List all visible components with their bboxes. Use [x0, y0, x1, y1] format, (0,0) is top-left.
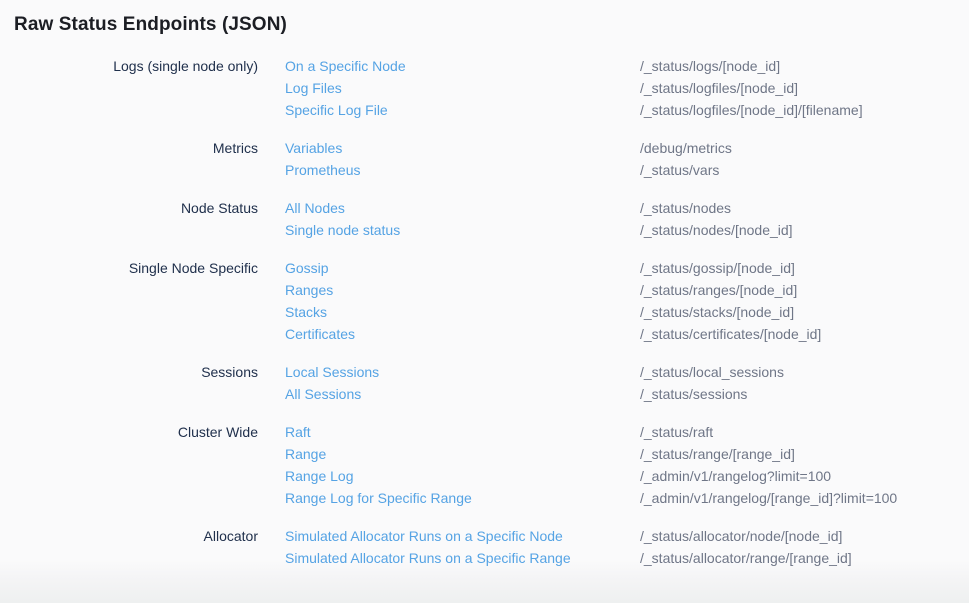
endpoint-row: Range Log for Specific Range/_admin/v1/r… — [285, 487, 897, 509]
endpoint-link[interactable]: Range Log for Specific Range — [285, 487, 640, 509]
endpoint-row: Gossip/_status/gossip/[node_id] — [285, 257, 821, 279]
endpoint-link[interactable]: Local Sessions — [285, 361, 640, 383]
endpoint-link[interactable]: Certificates — [285, 323, 640, 345]
endpoint-link[interactable]: Raft — [285, 421, 640, 443]
endpoint-path: /_status/stacks/[node_id] — [640, 301, 794, 323]
endpoint-link[interactable]: Specific Log File — [285, 99, 640, 121]
category-label: Cluster Wide — [0, 421, 258, 443]
endpoint-path: /_status/range/[range_id] — [640, 443, 795, 465]
endpoint-path: /_status/allocator/node/[node_id] — [640, 525, 842, 547]
endpoint-path: /_status/sessions — [640, 383, 747, 405]
endpoint-row: Range Log/_admin/v1/rangelog?limit=100 — [285, 465, 897, 487]
category-label: Node Status — [0, 197, 258, 219]
endpoint-link[interactable]: Prometheus — [285, 159, 640, 181]
endpoint-link[interactable]: Ranges — [285, 279, 640, 301]
endpoint-rows: All Nodes/_status/nodesSingle node statu… — [285, 197, 793, 241]
endpoint-rows: On a Specific Node/_status/logs/[node_id… — [285, 55, 863, 121]
endpoint-section: Cluster Wide Raft/_status/raftRange/_stat… — [0, 421, 969, 509]
endpoint-row: Single node status/_status/nodes/[node_i… — [285, 219, 793, 241]
endpoint-row: All Nodes/_status/nodes — [285, 197, 793, 219]
endpoint-link[interactable]: Range Log — [285, 465, 640, 487]
endpoint-path: /_status/nodes — [640, 197, 731, 219]
endpoint-section: Node Status All Nodes/_status/nodesSingle… — [0, 197, 969, 241]
endpoint-path: /_status/gossip/[node_id] — [640, 257, 795, 279]
endpoint-path: /_status/raft — [640, 421, 713, 443]
endpoint-path: /_status/logs/[node_id] — [640, 55, 780, 77]
endpoint-link[interactable]: All Sessions — [285, 383, 640, 405]
endpoint-path: /_status/allocator/range/[range_id] — [640, 547, 852, 569]
endpoint-path: /_admin/v1/rangelog/[range_id]?limit=100 — [640, 487, 897, 509]
endpoint-rows: Simulated Allocator Runs on a Specific N… — [285, 525, 852, 569]
category-label: Single Node Specific — [0, 257, 258, 279]
endpoint-row: Variables/debug/metrics — [285, 137, 732, 159]
endpoint-row: Local Sessions/_status/local_sessions — [285, 361, 784, 383]
endpoint-row: All Sessions/_status/sessions — [285, 383, 784, 405]
endpoint-link[interactable]: Range — [285, 443, 640, 465]
endpoint-link[interactable]: All Nodes — [285, 197, 640, 219]
page-title: Raw Status Endpoints (JSON) — [14, 12, 969, 38]
endpoint-row: On a Specific Node/_status/logs/[node_id… — [285, 55, 863, 77]
endpoint-section: Single Node Specific Gossip/_status/gossi… — [0, 257, 969, 345]
endpoint-row: Simulated Allocator Runs on a Specific R… — [285, 547, 852, 569]
endpoint-row: Stacks/_status/stacks/[node_id] — [285, 301, 821, 323]
endpoint-link[interactable]: On a Specific Node — [285, 55, 640, 77]
endpoint-rows: Raft/_status/raftRange/_status/range/[ra… — [285, 421, 897, 509]
endpoint-section: Logs (single node only) On a Specific Nod… — [0, 55, 969, 121]
category-label: Logs (single node only) — [0, 55, 258, 77]
endpoint-row: Simulated Allocator Runs on a Specific N… — [285, 525, 852, 547]
endpoint-row: Raft/_status/raft — [285, 421, 897, 443]
endpoint-link[interactable]: Variables — [285, 137, 640, 159]
endpoint-path: /_status/logfiles/[node_id] — [640, 77, 798, 99]
endpoint-path: /_status/logfiles/[node_id]/[filename] — [640, 99, 863, 121]
endpoint-path: /_status/ranges/[node_id] — [640, 279, 797, 301]
category-label: Sessions — [0, 361, 258, 383]
endpoint-section: Allocator Simulated Allocator Runs on a S… — [0, 525, 969, 569]
endpoint-rows: Local Sessions/_status/local_sessionsAll… — [285, 361, 784, 405]
endpoint-row: Prometheus/_status/vars — [285, 159, 732, 181]
endpoint-rows: Gossip/_status/gossip/[node_id]Ranges/_s… — [285, 257, 821, 345]
endpoint-section: Metrics Variables/debug/metricsPrometheus… — [0, 137, 969, 181]
endpoint-path: /_status/nodes/[node_id] — [640, 219, 793, 241]
endpoint-path: /_status/vars — [640, 159, 719, 181]
endpoint-section: Sessions Local Sessions/_status/local_ses… — [0, 361, 969, 405]
raw-status-endpoints-page: Raw Status Endpoints (JSON) Logs (single… — [0, 0, 969, 569]
endpoint-path: /_status/local_sessions — [640, 361, 784, 383]
category-label: Metrics — [0, 137, 258, 159]
endpoint-link[interactable]: Stacks — [285, 301, 640, 323]
endpoint-link[interactable]: Simulated Allocator Runs on a Specific R… — [285, 547, 640, 569]
endpoint-rows: Variables/debug/metricsPrometheus/_statu… — [285, 137, 732, 181]
endpoint-link[interactable]: Gossip — [285, 257, 640, 279]
endpoint-row: Specific Log File/_status/logfiles/[node… — [285, 99, 863, 121]
endpoint-sections: Logs (single node only) On a Specific Nod… — [0, 55, 969, 569]
endpoint-row: Log Files/_status/logfiles/[node_id] — [285, 77, 863, 99]
endpoint-path: /_admin/v1/rangelog?limit=100 — [640, 465, 831, 487]
endpoint-link[interactable]: Log Files — [285, 77, 640, 99]
endpoint-path: /_status/certificates/[node_id] — [640, 323, 821, 345]
endpoint-link[interactable]: Single node status — [285, 219, 640, 241]
endpoint-row: Range/_status/range/[range_id] — [285, 443, 897, 465]
endpoint-row: Certificates/_status/certificates/[node_… — [285, 323, 821, 345]
endpoint-path: /debug/metrics — [640, 137, 732, 159]
endpoint-link[interactable]: Simulated Allocator Runs on a Specific N… — [285, 525, 640, 547]
category-label: Allocator — [0, 525, 258, 547]
endpoint-row: Ranges/_status/ranges/[node_id] — [285, 279, 821, 301]
